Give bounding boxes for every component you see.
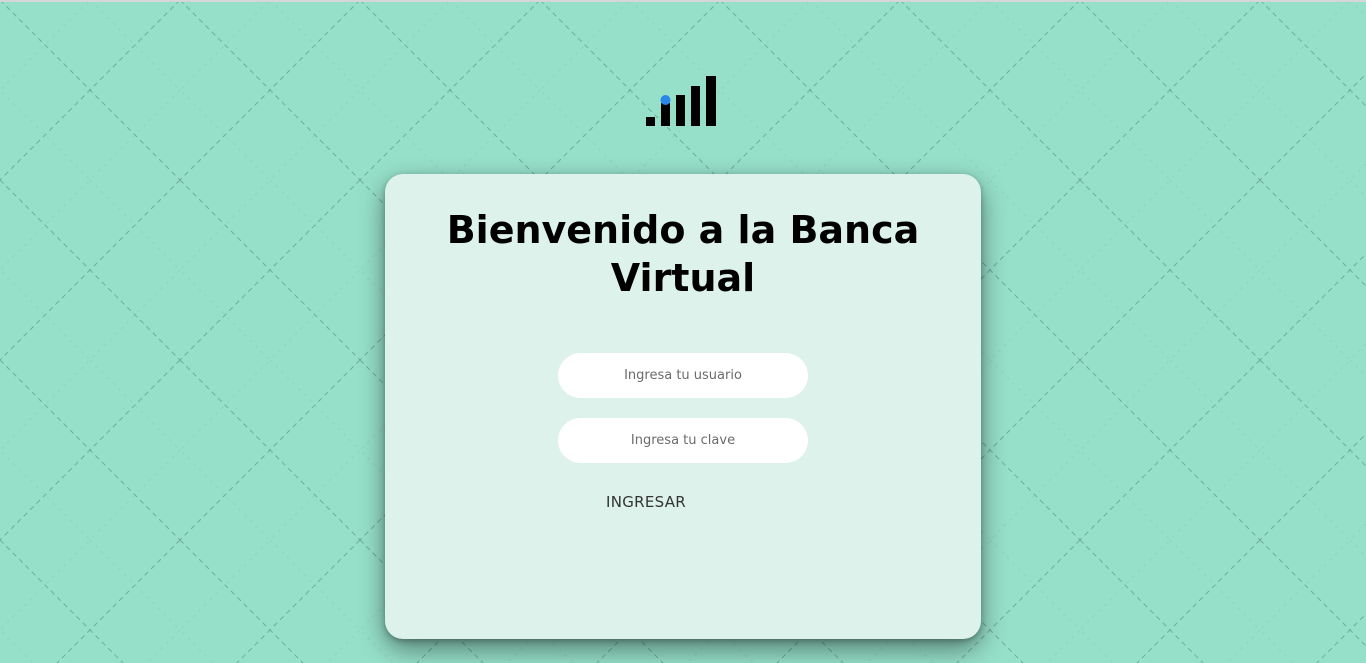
login-button[interactable]: INGRESAR (593, 490, 699, 514)
signal-bars-icon (646, 76, 716, 126)
password-input[interactable] (558, 418, 808, 463)
top-border (0, 0, 1366, 2)
username-input[interactable] (558, 353, 808, 398)
page-title: Bienvenido a la Banca Virtual (385, 206, 981, 302)
title-line-1: Bienvenido a la Banca (446, 208, 920, 252)
login-card: Bienvenido a la Banca Virtual INGRESAR (385, 174, 981, 639)
title-line-2: Virtual (610, 256, 756, 300)
